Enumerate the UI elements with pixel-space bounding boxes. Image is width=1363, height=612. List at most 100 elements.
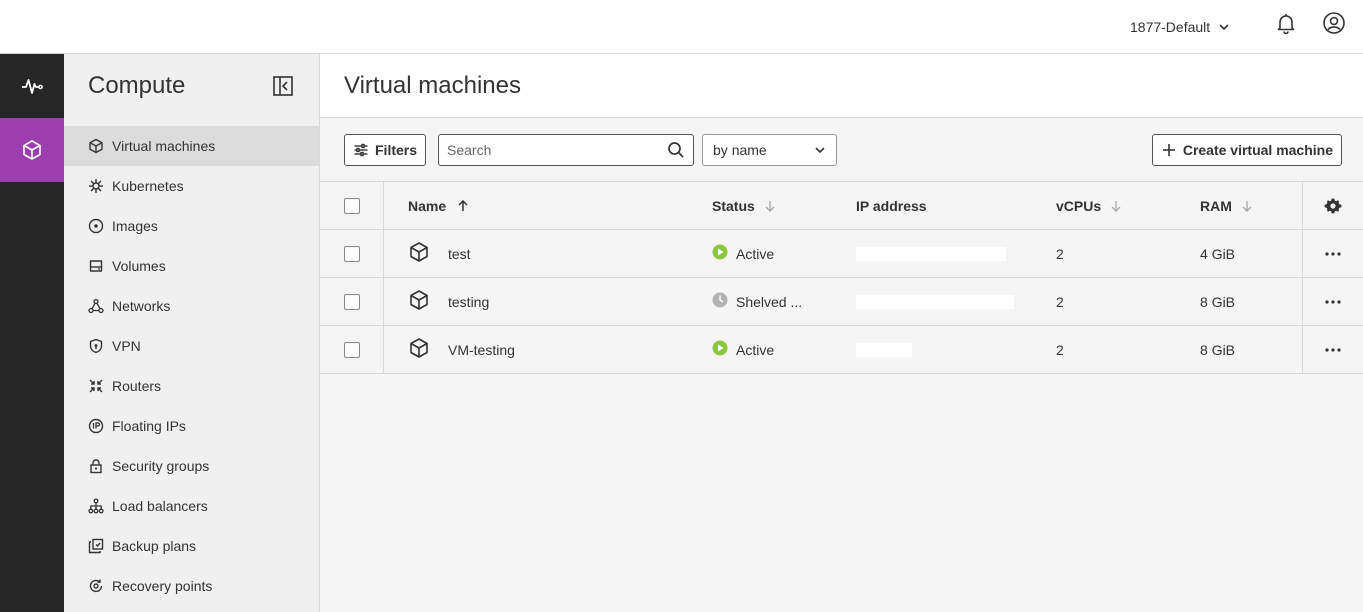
vm-name[interactable]: test [448,246,471,262]
vm-ram: 8 GiB [1200,341,1236,358]
table-row[interactable]: testing Shelved ... 2 8 GiB [320,277,1363,326]
vm-ram: 8 GiB [1200,293,1236,310]
select-all-checkbox[interactable] [343,197,360,214]
row-checkbox[interactable] [343,341,360,358]
main-content: Virtual machines Filters by name Create … [320,54,1363,612]
vm-name-cell[interactable]: testing [408,289,489,314]
sidebar-item-networks[interactable]: Networks [64,286,319,326]
column-header-label: Name [408,197,447,214]
sidebar: Compute Virtual machines Kubernetes Imag… [64,54,320,612]
sidebar-item-label: Recovery points [112,578,213,594]
column-header-ram[interactable]: RAM [1200,198,1254,214]
row-actions-button[interactable] [1302,277,1363,326]
column-header-vcpus[interactable]: vCPUs [1056,198,1123,214]
redacted-ip [856,246,1006,261]
filters-button[interactable]: Filters [344,133,427,166]
arrow-down-icon [1109,199,1123,213]
table-header-row: Name Status IP address vCPUs RAM [320,181,1363,230]
backup-icon [88,538,104,554]
sidebar-item-backup-plans[interactable]: Backup plans [64,526,319,566]
project-name: 1877-Default [1130,19,1211,35]
vm-status-cell: Active [712,340,774,359]
vm-name-cell[interactable]: VM-testing [408,337,515,362]
rail-item-compute[interactable] [0,118,64,182]
floating-ip-icon [88,418,104,434]
vm-name[interactable]: testing [448,294,489,310]
sidebar-item-recovery-points[interactable]: Recovery points [64,566,319,606]
vm-name[interactable]: VM-testing [448,342,515,358]
cube-icon [408,337,430,362]
column-header-name[interactable]: Name [408,198,470,214]
row-actions-button[interactable] [1302,229,1363,278]
sidebar-item-label: Backup plans [112,538,197,554]
account-icon[interactable] [1321,10,1347,36]
vm-ip-cell [856,342,912,357]
sidebar-title: Compute [88,72,186,99]
sidebar-item-volumes[interactable]: Volumes [64,246,319,286]
sort-select[interactable]: by name [702,133,838,166]
arrow-up-icon [456,199,470,213]
table-row[interactable]: VM-testing Active 2 8 GiB [320,325,1363,374]
drive-icon [88,258,104,274]
column-header-label: vCPUs [1056,197,1102,214]
sidebar-item-label: Kubernetes [112,178,184,194]
vm-status: Active [736,245,775,262]
column-header-status[interactable]: Status [712,198,777,214]
active-status-icon [712,340,728,359]
page-header: Virtual machines [320,54,1363,118]
collapse-sidebar-button[interactable] [271,74,295,98]
row-checkbox[interactable] [343,293,360,310]
more-horizontal-icon [1325,299,1341,304]
vm-status-cell: Active [712,244,774,263]
recovery-icon [88,578,104,594]
column-header-label: IP address [856,197,927,214]
table-row[interactable]: test Active 2 4 GiB [320,229,1363,278]
project-selector[interactable]: 1877-Default [1130,13,1230,41]
create-virtual-machine-button[interactable]: Create virtual machine [1151,134,1342,166]
plus-icon [1162,144,1175,156]
vm-table: Name Status IP address vCPUs RAM test Ac… [320,181,1363,374]
chevron-down-icon [815,146,825,153]
table-settings-button[interactable] [1302,181,1363,230]
router-icon [88,378,104,394]
arrow-down-icon [763,199,777,213]
sidebar-item-security-groups[interactable]: Security groups [64,446,319,486]
compute-cube-icon [23,140,41,160]
vm-ram-cell: 8 GiB [1200,342,1235,358]
vm-status-cell: Shelved ... [712,292,802,311]
shield-icon [88,338,104,354]
vm-vcpus-cell: 2 [1056,342,1064,358]
vm-vcpus-cell: 2 [1056,294,1064,310]
column-header-ip: IP address [856,198,927,214]
search-input[interactable] [447,141,668,158]
row-actions-button[interactable] [1302,325,1363,374]
load-balancer-icon [88,498,104,514]
sidebar-item-load-balancers[interactable]: Load balancers [64,486,319,526]
top-bar: 1877-Default [0,0,1363,54]
sidebar-item-label: Images [112,218,158,234]
column-header-label: RAM [1200,197,1232,214]
filters-icon [354,143,368,156]
search-icon[interactable] [667,141,685,159]
app-rail [0,54,64,612]
sidebar-item-label: Routers [112,378,162,394]
vm-name-cell[interactable]: test [408,241,471,266]
sidebar-item-images[interactable]: Images [64,206,319,246]
collapse-sidebar-icon [273,76,293,96]
sidebar-item-virtual-machines[interactable]: Virtual machines [64,126,319,166]
vm-ip-cell [856,294,1014,309]
row-select-cell [320,229,384,278]
row-checkbox[interactable] [343,245,360,262]
sidebar-item-kubernetes[interactable]: Kubernetes [64,166,319,206]
lock-icon [88,458,104,474]
cube-icon [408,289,430,314]
sidebar-item-routers[interactable]: Routers [64,366,319,406]
sidebar-item-floating-ips[interactable]: Floating IPs [64,406,319,446]
vm-ram-cell: 4 GiB [1200,246,1235,262]
column-header-label: Status [712,197,755,214]
bell-icon[interactable] [1273,10,1299,36]
vm-vcpus: 2 [1056,245,1064,262]
sidebar-item-vpn[interactable]: VPN [64,326,319,366]
search-box [438,133,695,166]
rail-item-monitoring[interactable] [0,54,64,118]
